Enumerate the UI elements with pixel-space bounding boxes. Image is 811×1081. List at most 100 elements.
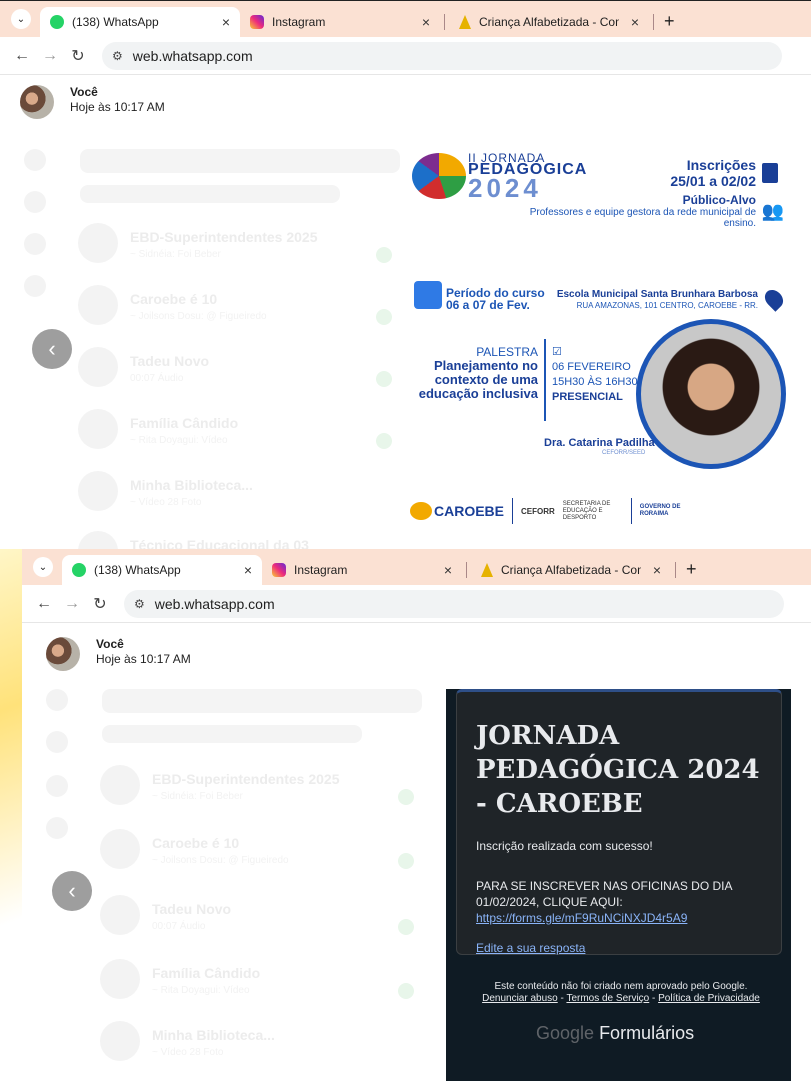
forward-arrow-icon[interactable]: →: [58, 595, 86, 613]
poster-speaker: Dra. Catarina Padilha: [544, 437, 655, 449]
privacy-link[interactable]: Política de Privacidade: [658, 993, 760, 1004]
chat-preview: 00:07 Áudio: [130, 373, 184, 384]
top-screenshot: ⌄ (138) WhatsApp × Instagram × Criança A…: [0, 0, 811, 549]
poster-publico-title: Público-Alvo: [682, 193, 756, 207]
terms-link[interactable]: Termos de Serviço: [566, 993, 649, 1004]
chat-name[interactable]: EBD-Superintendentes 2025: [130, 229, 318, 245]
url-field[interactable]: ⚙ web.whatsapp.com: [102, 41, 782, 70]
instagram-icon: [250, 15, 264, 29]
chevron-down-icon: ⌄: [33, 557, 53, 577]
chat-name[interactable]: Caroebe é 10: [130, 291, 217, 307]
tab-label: (138) WhatsApp: [94, 563, 181, 577]
chat-name[interactable]: EBD-Superintendentes 2025: [152, 771, 340, 787]
chat-name[interactable]: Técnico Educacional da 03: [130, 537, 309, 549]
poster-escola-address: RUA AMAZONAS, 101 CENTRO, CAROEBE - RR.: [576, 301, 758, 310]
unread-badge: [376, 371, 392, 387]
poster-publico-text: Professores e equipe gestora da rede mun…: [529, 207, 756, 229]
poster-inscricoes-dates: 25/01 a 02/02: [670, 173, 756, 189]
tab-crianca-alfabetizada[interactable]: Criança Alfabetizada - Compror ×: [449, 7, 649, 37]
poster-inscricoes: Inscrições 25/01 a 02/02: [670, 157, 756, 189]
sender-avatar[interactable]: [20, 85, 54, 119]
settings-icon: [24, 275, 46, 297]
new-tab-button[interactable]: +: [664, 11, 675, 32]
new-tab-button[interactable]: +: [686, 559, 697, 580]
caroebe-logo-icon: [410, 502, 432, 520]
chat-search-input[interactable]: [102, 689, 422, 713]
chat-name[interactable]: Família Cândido: [130, 415, 238, 431]
bottom-screenshot: ⌄ (138) WhatsApp × Instagram × Criança A…: [0, 549, 811, 1081]
avatar: [78, 285, 118, 325]
tab-instagram[interactable]: Instagram ×: [262, 555, 462, 585]
poster-hours: 15H30 ÀS 16H30: [552, 376, 638, 388]
crianca-alfabetizada-icon: [459, 15, 471, 29]
event-poster-image: II JORNADA PEDAGÓGICA 2024 Inscrições 25…: [406, 141, 792, 549]
sender-info: Você Hoje às 10:17 AM: [96, 637, 191, 671]
back-arrow-icon[interactable]: ←: [8, 47, 36, 65]
url-text: web.whatsapp.com: [132, 47, 253, 64]
chat-name[interactable]: Minha Biblioteca...: [152, 1027, 275, 1043]
chat-name[interactable]: Caroebe é 10: [152, 835, 239, 851]
site-info-icon[interactable]: ⚙: [134, 597, 145, 611]
chat-name[interactable]: Tadeu Novo: [130, 353, 209, 369]
chat-preview: 00:07 Áudio: [152, 921, 206, 932]
chevron-down-icon: ⌄: [11, 9, 31, 29]
tab-whatsapp[interactable]: (138) WhatsApp ×: [40, 7, 240, 37]
sender-avatar[interactable]: [46, 637, 80, 671]
chat-preview: ~ Rita Doyagui: Vídeo: [130, 435, 228, 446]
unread-badge: [376, 433, 392, 449]
previous-media-button[interactable]: ‹: [32, 329, 72, 369]
message-time: Hoje às 10:17 AM: [70, 100, 165, 114]
tab-search-button[interactable]: ⌄: [28, 554, 58, 580]
chat-name[interactable]: Família Cândido: [152, 965, 260, 981]
bottom-browser-window: ⌄ (138) WhatsApp × Instagram × Criança A…: [22, 549, 811, 1081]
ceforr-logo: CEFORR: [521, 506, 555, 516]
close-icon[interactable]: ×: [222, 14, 230, 30]
tab-label: Instagram: [272, 15, 326, 29]
avatar: [100, 1021, 140, 1061]
reload-icon[interactable]: ↻: [86, 594, 114, 614]
chat-search-input[interactable]: [80, 149, 400, 173]
chat-filter-chips[interactable]: [80, 185, 340, 203]
forms-signup-link[interactable]: https://forms.gle/mF9RuNCiNXJD4r5A9: [476, 911, 687, 925]
poster-speaker-org: CEFORR/SEED: [602, 450, 646, 456]
close-icon[interactable]: ×: [444, 562, 452, 578]
unread-badge: [376, 309, 392, 325]
previous-media-button[interactable]: ‹: [52, 871, 92, 911]
forward-arrow-icon[interactable]: →: [36, 47, 64, 65]
reload-icon[interactable]: ↻: [64, 46, 92, 66]
tab-search-button[interactable]: ⌄: [6, 6, 36, 32]
back-arrow-icon[interactable]: ←: [30, 595, 58, 613]
unread-badge: [398, 919, 414, 935]
site-info-icon[interactable]: ⚙: [112, 49, 123, 63]
report-abuse-link[interactable]: Denunciar abuso: [482, 993, 558, 1004]
avatar: [78, 409, 118, 449]
forms-success-message: Inscrição realizada com sucesso!: [476, 839, 653, 853]
close-icon[interactable]: ×: [422, 14, 430, 30]
url-text: web.whatsapp.com: [154, 595, 275, 612]
footer-divider: [630, 498, 632, 524]
close-icon[interactable]: ×: [631, 14, 639, 30]
google-forms-logo: Google Formulários: [536, 1023, 694, 1044]
close-icon[interactable]: ×: [653, 562, 661, 578]
poster-periodo: Período do curso 06 a 07 de Fev.: [446, 287, 545, 311]
tab-whatsapp[interactable]: (138) WhatsApp ×: [62, 555, 262, 585]
address-bar: ← → ↻ ⚙ web.whatsapp.com: [0, 37, 811, 75]
tab-label: Instagram: [294, 563, 348, 577]
communities-icon: [24, 233, 46, 255]
url-field[interactable]: ⚙ web.whatsapp.com: [124, 589, 784, 618]
tab-separator: [444, 14, 445, 30]
unread-badge: [398, 983, 414, 999]
tab-instagram[interactable]: Instagram ×: [240, 7, 440, 37]
tab-label: (138) WhatsApp: [72, 15, 159, 29]
forms-wordmark: Formulários: [599, 1023, 695, 1043]
secretaria-logo: SECRETARIA DE EDUCAÇÃO E DESPORTO: [562, 500, 611, 521]
chat-filter-chips[interactable]: [102, 725, 362, 743]
close-icon[interactable]: ×: [244, 562, 252, 578]
sender-name: Você: [70, 85, 98, 99]
edit-response-link[interactable]: Edite a sua resposta: [476, 941, 585, 955]
chat-name[interactable]: Tadeu Novo: [152, 901, 231, 917]
tab-crianca-alfabetizada[interactable]: Criança Alfabetizada - Compror ×: [471, 555, 671, 585]
chat-name[interactable]: Minha Biblioteca...: [130, 477, 253, 493]
address-bar: ← → ↻ ⚙ web.whatsapp.com: [22, 585, 811, 623]
tab-label: Criança Alfabetizada - Compror: [501, 563, 641, 577]
